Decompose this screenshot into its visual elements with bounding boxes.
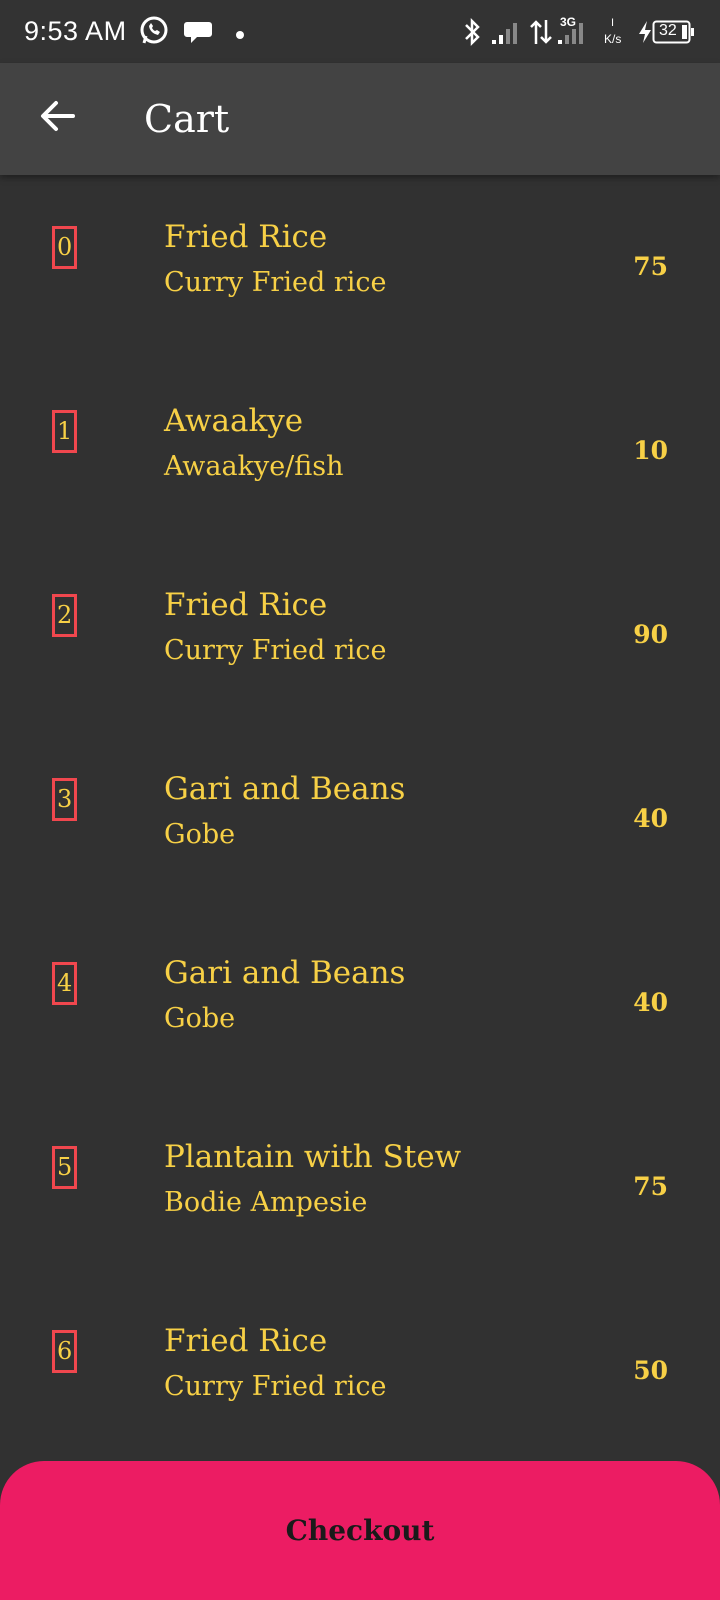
item-price: 50 xyxy=(633,1356,668,1385)
item-price: 75 xyxy=(633,1172,668,1201)
dot-icon xyxy=(235,27,245,45)
charging-icon xyxy=(637,20,653,49)
status-time: 9:53 AM xyxy=(24,16,127,46)
bluetooth-icon xyxy=(463,17,481,52)
checkout-label: Checkout xyxy=(285,1514,435,1547)
item-description: Gobe xyxy=(164,819,236,850)
signal-icon xyxy=(492,20,522,51)
chat-icon xyxy=(183,18,213,51)
network-type: 3G xyxy=(560,15,577,29)
item-description: Bodie Ampesie xyxy=(164,1187,368,1218)
cart-item[interactable]: 2 Fried Rice Curry Fried rice 90 xyxy=(0,543,720,727)
item-index: 6 xyxy=(52,1330,78,1373)
cart-item[interactable]: 5 Plantain with Stew Bodie Ampesie 75 xyxy=(0,1095,720,1279)
item-description: Curry Fried rice xyxy=(164,267,387,298)
item-price: 10 xyxy=(633,436,668,465)
item-description: Awaakye/fish xyxy=(164,451,344,482)
item-description: Curry Fried rice xyxy=(164,1371,387,1402)
whatsapp-icon xyxy=(138,15,170,52)
status-bar: 9:53 AM 3G I K/s 32 xyxy=(0,0,720,63)
page-title: Cart xyxy=(144,97,230,141)
item-index: 0 xyxy=(52,226,78,269)
item-index: 5 xyxy=(52,1146,78,1189)
item-index: 4 xyxy=(52,962,78,1005)
item-index: 1 xyxy=(52,410,78,453)
back-button[interactable] xyxy=(32,93,82,143)
item-name: Awaakye xyxy=(164,403,304,439)
cart-item[interactable]: 3 Gari and Beans Gobe 40 xyxy=(0,727,720,911)
cart-item[interactable]: 0 Fried Rice Curry Fried rice 75 xyxy=(0,175,720,359)
app-bar: Cart xyxy=(0,63,720,175)
cart-list[interactable]: 0 Fried Rice Curry Fried rice 75 1 Awaak… xyxy=(0,175,720,1463)
speed-value: I xyxy=(611,17,615,29)
item-name: Gari and Beans xyxy=(164,771,406,807)
item-price: 40 xyxy=(633,988,668,1017)
cart-item[interactable]: 4 Gari and Beans Gobe 40 xyxy=(0,911,720,1095)
item-description: Gobe xyxy=(164,1003,236,1034)
checkout-button[interactable]: Checkout xyxy=(0,1461,720,1600)
item-name: Fried Rice xyxy=(164,219,328,255)
item-description: Curry Fried rice xyxy=(164,635,387,666)
item-price: 75 xyxy=(633,252,668,281)
item-index: 3 xyxy=(52,778,78,821)
item-price: 90 xyxy=(633,620,668,649)
data-arrows-icon xyxy=(530,18,552,51)
item-name: Fried Rice xyxy=(164,587,328,623)
arrow-back-icon xyxy=(39,100,75,136)
item-index: 2 xyxy=(52,594,78,637)
cart-item[interactable]: 1 Awaakye Awaakye/fish 10 xyxy=(0,359,720,543)
item-name: Gari and Beans xyxy=(164,955,406,991)
item-name: Plantain with Stew xyxy=(164,1139,462,1175)
item-name: Fried Rice xyxy=(164,1323,328,1359)
cart-item[interactable]: 6 Fried Rice Curry Fried rice 50 xyxy=(0,1279,720,1463)
speed-unit: K/s xyxy=(604,32,622,46)
battery-level: 32 xyxy=(659,22,677,39)
item-price: 40 xyxy=(633,804,668,833)
